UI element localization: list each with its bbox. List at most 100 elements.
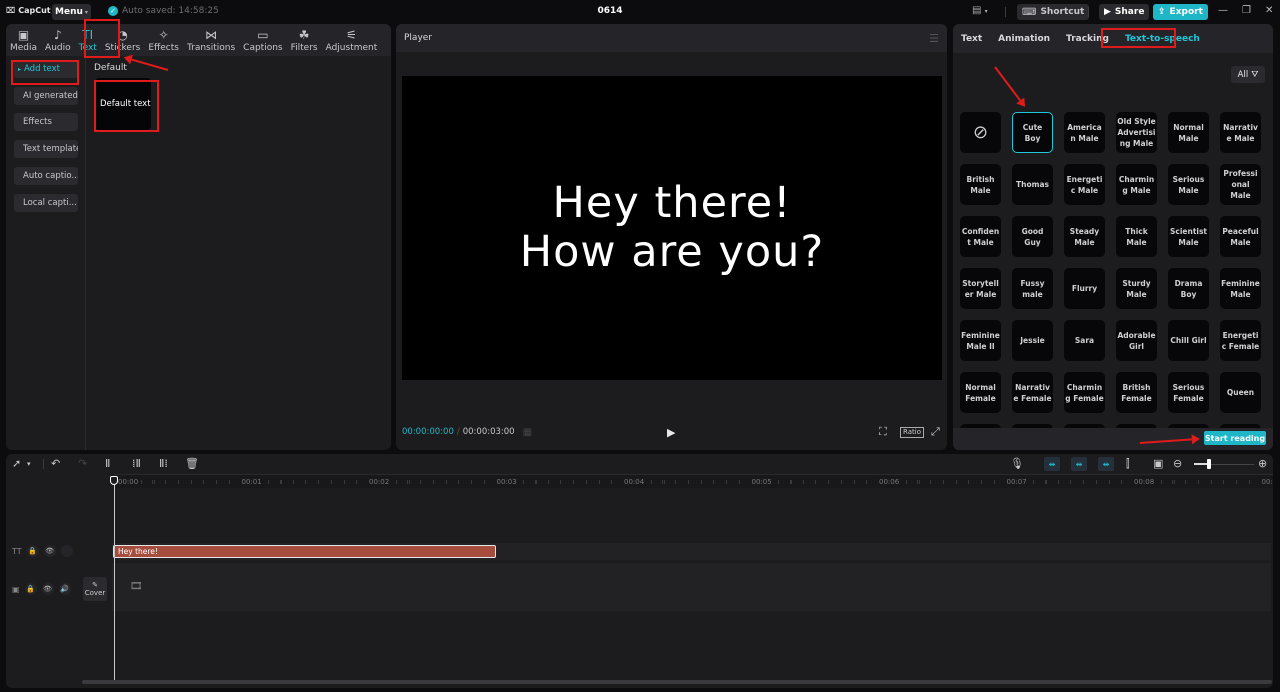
restore-icon[interactable]: ❐ (1242, 5, 1251, 16)
voice-option[interactable]: Normal Male (1168, 112, 1209, 153)
grid-icon[interactable]: ▦ (523, 427, 532, 438)
tab-audio[interactable]: ♪ Audio (41, 24, 75, 56)
minimize-icon[interactable]: — (1218, 5, 1228, 16)
tab-animation[interactable]: Animation (990, 34, 1058, 44)
playhead-line[interactable] (114, 476, 115, 680)
voice-option[interactable]: Charming Male (1116, 164, 1157, 205)
voice-option[interactable]: Drama Boy (1168, 268, 1209, 309)
video-canvas[interactable]: Hey there! How are you? (402, 76, 942, 380)
sub-nav-item[interactable]: Text template (14, 140, 78, 159)
split-left-icon[interactable]: ⁞Ⅱ (132, 457, 141, 471)
tab-text[interactable]: Text (953, 34, 990, 44)
thumbnail-icon[interactable]: ▣ (1153, 457, 1163, 471)
sub-nav-item[interactable]: Local capti... (14, 193, 78, 212)
voice-option[interactable]: Feminine Male (1220, 268, 1261, 309)
sub-nav-item[interactable]: ▸ Add text (14, 60, 78, 78)
eye-icon[interactable]: 👁 (41, 583, 54, 595)
linkage-icon[interactable]: ⇹ (1098, 457, 1114, 471)
text-clip[interactable]: Hey there! (113, 545, 496, 558)
menu-button[interactable]: Menu ▾ (52, 4, 91, 20)
voice-option[interactable]: Chill Girl (1168, 320, 1209, 361)
voice-option[interactable]: Thick Male (1116, 216, 1157, 257)
tab-transitions[interactable]: ⋈ Transitions (183, 24, 239, 56)
voice-option[interactable]: American Male (1064, 112, 1105, 153)
lock-icon[interactable]: 🔒 (26, 545, 39, 557)
voice-option[interactable]: Normal Female (960, 372, 1001, 413)
voice-option[interactable]: Peaceful Male (1220, 216, 1261, 257)
start-reading-button[interactable]: Start reading (1204, 431, 1266, 445)
undo-icon[interactable]: ↶ (51, 457, 60, 471)
voice-option[interactable]: Old Style Advertising Male (1116, 112, 1157, 153)
voice-option[interactable]: Confident Male (960, 216, 1001, 257)
ratio-button[interactable]: Ratio (900, 427, 924, 438)
tab-tracking[interactable]: Tracking (1058, 34, 1117, 44)
voice-option[interactable]: Adorable Girl (1116, 320, 1157, 361)
select-cursor-icon[interactable]: ➚ (12, 457, 21, 471)
tab-filters[interactable]: ☘ Filters (287, 24, 322, 56)
voice-option[interactable]: British Female (1116, 372, 1157, 413)
zoom-slider-handle[interactable] (1207, 459, 1211, 469)
sub-nav-item[interactable]: Auto captio... (14, 166, 78, 185)
split-icon[interactable]: Ⅱ (105, 457, 110, 471)
voice-option[interactable]: Cute Boy (1012, 112, 1053, 153)
fullscreen-icon[interactable]: ⤢ (931, 425, 940, 439)
cover-button[interactable]: ✎ Cover (83, 577, 107, 601)
voice-option[interactable]: Fussy male (1012, 268, 1053, 309)
tab-effects[interactable]: ✧ Effects (144, 24, 183, 56)
voice-none-option[interactable]: ⊘ (960, 112, 1001, 153)
auto-snap-icon[interactable]: ⇹ (1071, 457, 1087, 471)
voice-option[interactable]: Steady Male (1064, 216, 1105, 257)
voice-option[interactable]: Energetic Female (1220, 320, 1261, 361)
voice-option[interactable]: British Male (960, 164, 1001, 205)
chevron-down-icon[interactable]: ▾ (27, 457, 31, 471)
voice-option[interactable]: Narrative Female (1012, 372, 1053, 413)
playhead-handle[interactable] (110, 476, 118, 485)
timeline-horizontal-scrollbar[interactable] (82, 680, 1272, 684)
voice-option[interactable]: Scientist Male (1168, 216, 1209, 257)
voice-option[interactable]: Charming Female (1064, 372, 1105, 413)
voice-option[interactable]: Feminine Male II (960, 320, 1001, 361)
voice-option[interactable]: Professional Male (1220, 164, 1261, 205)
layout-icon[interactable]: ▤ ▾ (972, 5, 988, 16)
export-button[interactable]: ⇪ Export (1153, 4, 1208, 20)
lock-icon[interactable]: 🔒 (24, 583, 37, 595)
voice-option[interactable]: Thomas (1012, 164, 1053, 205)
voice-option[interactable]: Jessie (1012, 320, 1053, 361)
zoom-fit-icon[interactable]: ⛶ (879, 425, 887, 439)
voice-option[interactable]: Sara (1064, 320, 1105, 361)
voice-option[interactable]: Good Guy (1012, 216, 1053, 257)
voice-option[interactable]: Energetic Male (1064, 164, 1105, 205)
tab-text-to-speech[interactable]: Text-to-speech (1117, 34, 1208, 44)
tab-adjustment[interactable]: ⚟ Adjustment (322, 24, 382, 56)
time-ruler[interactable]: 00:00 00:01 00:02 00:03 00:04 00:05 00:06 00:07… (114, 474, 1273, 488)
sub-nav-item[interactable]: AI generated (14, 86, 78, 105)
tab-stickers[interactable]: ◔ Stickers (101, 24, 145, 56)
microphone-icon[interactable]: 🎙 (1010, 457, 1024, 471)
delete-icon[interactable]: 🗑 (185, 457, 199, 471)
share-button[interactable]: ▶ Share (1099, 4, 1150, 20)
voice-option[interactable]: Serious Female (1168, 372, 1209, 413)
shortcut-button[interactable]: ⌨ Shortcut (1017, 4, 1090, 20)
eye-icon[interactable]: 👁 (43, 545, 56, 557)
zoom-out-icon[interactable]: ⊖ (1173, 457, 1182, 471)
voice-option[interactable]: Storyteller Male (960, 268, 1001, 309)
split-right-icon[interactable]: Ⅱ⁞ (159, 457, 168, 471)
tab-text[interactable]: TI Text (75, 24, 101, 56)
voice-filter-dropdown[interactable]: All ⛛ (1231, 66, 1265, 83)
zoom-in-icon[interactable]: ⊕ (1258, 457, 1267, 471)
play-button[interactable]: ▶ (667, 426, 675, 439)
tab-captions[interactable]: ▭ Captions (239, 24, 286, 56)
default-text-template[interactable]: Default text (95, 78, 151, 130)
main-track-magnet-icon[interactable]: ⇹ (1044, 457, 1060, 471)
preview-axis-icon[interactable]: ⫿ (1126, 457, 1130, 471)
voice-option[interactable]: Flurry (1064, 268, 1105, 309)
close-icon[interactable]: ✕ (1265, 5, 1273, 16)
voice-option[interactable]: Queen (1220, 372, 1261, 413)
voice-option[interactable]: Serious Male (1168, 164, 1209, 205)
voice-option[interactable]: Narrative Male (1220, 112, 1261, 153)
sub-nav-item[interactable]: Effects (14, 113, 78, 132)
audio-mute-icon[interactable]: 🔊 (58, 583, 71, 595)
main-video-track-lane[interactable] (112, 563, 1271, 611)
hamburger-menu-icon[interactable]: ☰ (929, 32, 939, 45)
voice-option[interactable]: Sturdy Male (1116, 268, 1157, 309)
